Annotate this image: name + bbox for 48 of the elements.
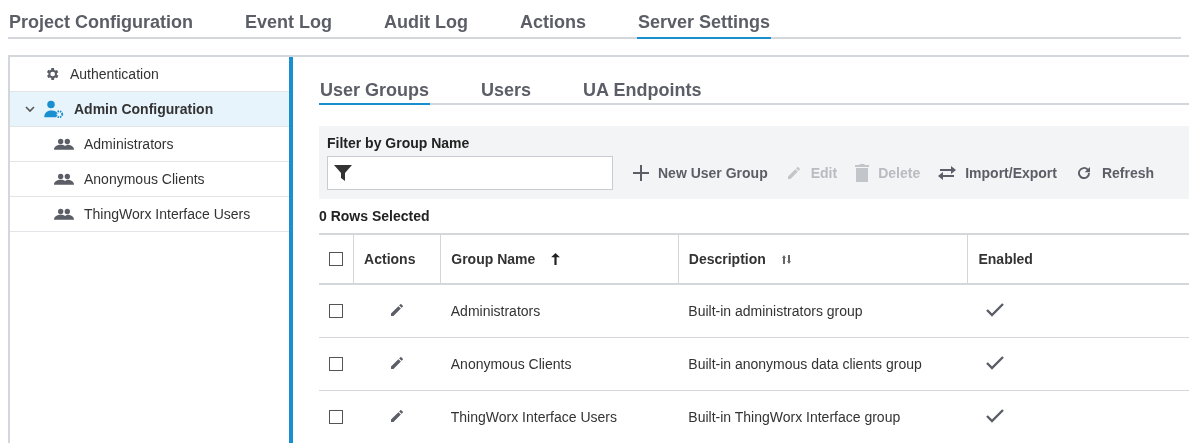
people-icon (54, 173, 74, 185)
table-cell: Built-in administrators group (688, 303, 863, 319)
column-header[interactable]: Description (688, 251, 766, 267)
table-cell: Anonymous Clients (450, 356, 572, 372)
sort-arrows-icon[interactable] (781, 254, 791, 264)
pencil-icon (785, 165, 802, 181)
chevron-icon[interactable] (24, 103, 36, 115)
pencil-icon (389, 407, 406, 424)
toolbar-button[interactable]: New User Group (633, 165, 768, 181)
column-header[interactable]: Actions (364, 251, 416, 267)
trash-icon (855, 164, 870, 182)
people-icon (54, 208, 74, 220)
user-gear-icon (44, 100, 64, 118)
select-all-checkbox[interactable] (329, 252, 343, 266)
sidebar-item[interactable]: Administrators (10, 127, 289, 162)
table-cell: ThingWorx Interface Users (450, 409, 617, 425)
row-checkbox[interactable] (329, 357, 343, 371)
column-header[interactable]: Group Name (451, 251, 536, 267)
table-cell: Built-in ThingWorx Interface group (688, 409, 901, 425)
row-checkbox[interactable] (329, 410, 343, 424)
selection-count: 0 Rows Selected (319, 208, 431, 224)
sub-tab[interactable]: User Groups (319, 57, 431, 105)
filter-field[interactable] (327, 156, 613, 190)
sub-tab[interactable]: Users (480, 57, 533, 105)
sidebar-item[interactable]: Anonymous Clients (10, 162, 289, 197)
nav-tab[interactable]: Event Log (244, 0, 333, 39)
pencil-icon (389, 354, 406, 371)
nav-tab[interactable]: Server Settings (637, 0, 772, 39)
gear-icon (44, 66, 60, 82)
swap-arrows-icon (938, 165, 957, 181)
column-header[interactable]: Enabled (978, 251, 1033, 267)
nav-tab[interactable]: Project Configuration (8, 0, 194, 39)
people-icon (54, 138, 74, 150)
table-cell: Built-in anonymous data clients group (688, 356, 922, 372)
plus-icon (633, 165, 649, 181)
nav-tab[interactable]: Actions (519, 0, 587, 39)
toolbar-button[interactable]: Refresh (1074, 164, 1155, 182)
sidebar-item[interactable]: ThingWorx Interface Users (10, 197, 289, 232)
table-cell: Administrators (450, 303, 541, 319)
filter-icon (334, 164, 352, 182)
nav-tab[interactable]: Audit Log (383, 0, 469, 39)
sort-up-arrow-icon[interactable] (551, 253, 561, 265)
sub-tab[interactable]: UA Endpoints (582, 57, 703, 105)
filter-label: Filter by Group Name (327, 135, 471, 151)
toolbar-button[interactable]: Import/Export (938, 165, 1057, 181)
pencil-icon (389, 301, 406, 318)
sidebar-item[interactable]: Admin Configuration (10, 92, 289, 127)
row-checkbox[interactable] (329, 304, 343, 318)
